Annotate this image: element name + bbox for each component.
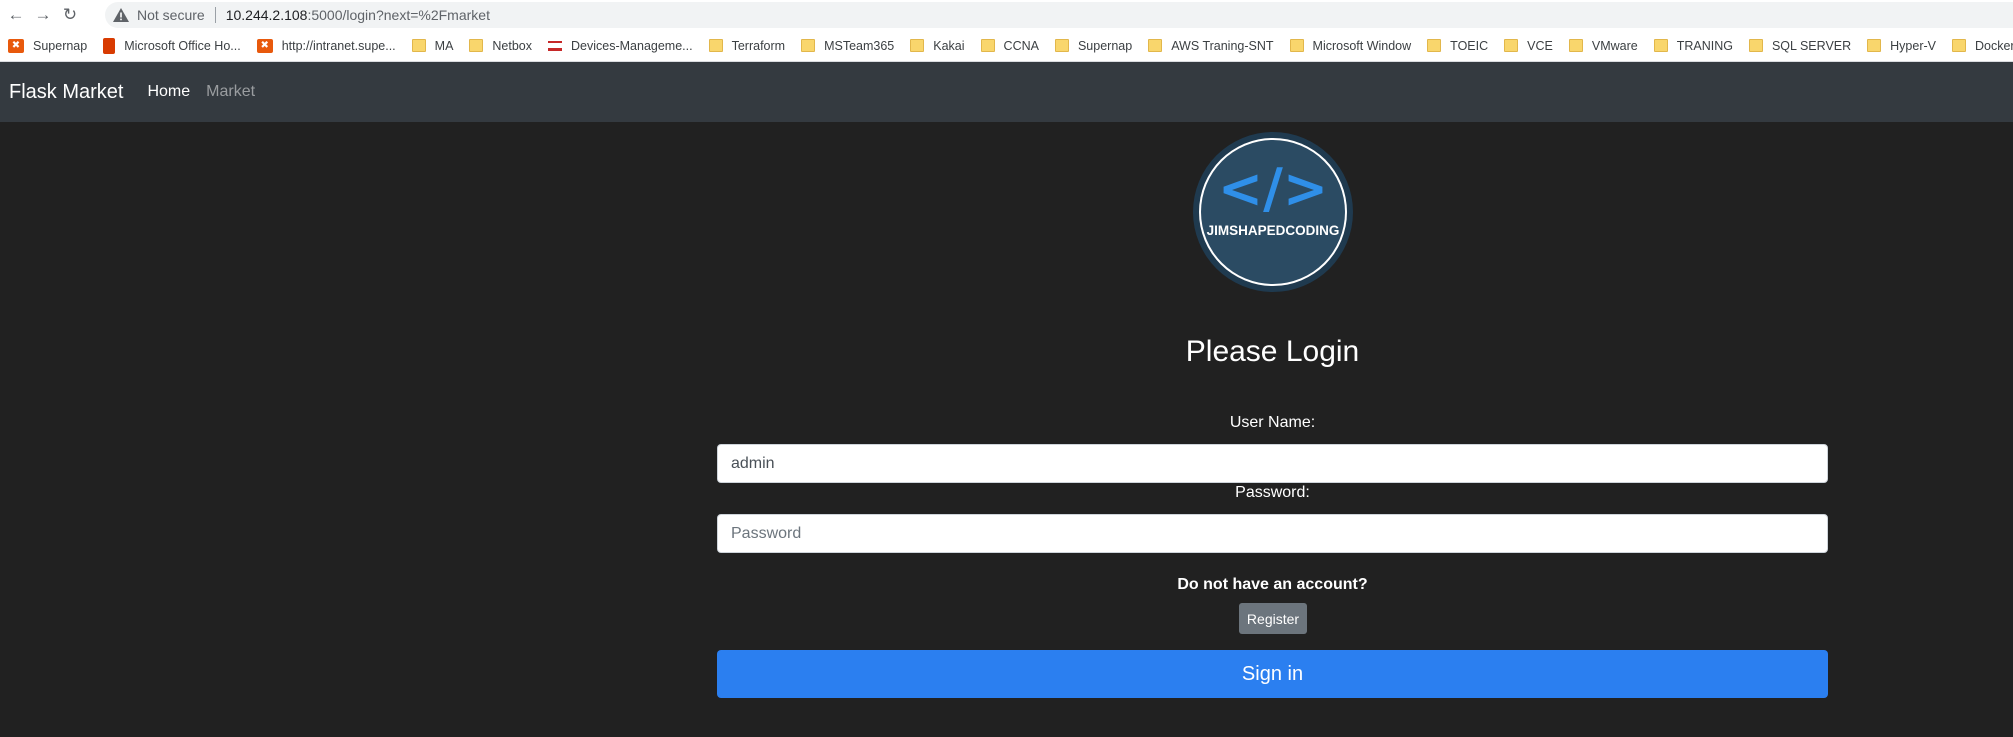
bookmark-item[interactable]: Microsoft Window [1289, 34, 1412, 58]
username-label: User Name: [1229, 414, 1316, 431]
folder-icon [980, 39, 995, 52]
bookmark-label: TRANING [1676, 38, 1733, 53]
register-button[interactable]: Register [1239, 603, 1307, 634]
bookmark-label: Supernap [1077, 38, 1133, 53]
bookmark-label: SQL SERVER [1771, 38, 1852, 53]
office-icon [103, 37, 116, 54]
url-path: :5000/login?next=%2Fmarket [307, 7, 490, 23]
warning-icon[interactable] [113, 8, 129, 22]
folder-icon [1504, 39, 1519, 52]
bookmark-item[interactable]: CCNA [980, 34, 1039, 58]
folder-icon [1653, 39, 1668, 52]
folder-icon [1427, 39, 1442, 52]
bookmark-label: Microsoft Window [1312, 38, 1412, 53]
bookmark-item[interactable]: Hyper-V [1867, 34, 1936, 58]
bookmark-item[interactable]: Netbox [469, 34, 532, 58]
orange-x-icon: ✖ [8, 38, 24, 53]
bookmark-item[interactable]: Devices-Manageme... [548, 34, 693, 58]
address-bar[interactable]: Not secure 10.244.2.108:5000/login?next=… [105, 2, 2013, 28]
folder-icon [411, 39, 426, 52]
bookmark-label: AWS Traning-SNT [1171, 38, 1274, 53]
logo-text: JIMSHAPEDCODING [1207, 223, 1340, 238]
folder-icon [1054, 39, 1069, 52]
bookmark-label: VCE [1527, 38, 1553, 53]
bookmark-label: MSTeam365 [824, 38, 895, 53]
bookmark-item[interactable]: MSTeam365 [801, 34, 894, 58]
back-arrow-icon[interactable]: ← [5, 4, 27, 26]
app-navbar: Flask Market Home Market [0, 62, 2013, 122]
bookmark-item[interactable]: MA [411, 34, 454, 58]
folder-icon [910, 39, 925, 52]
address-separator [214, 7, 216, 23]
bookmark-item[interactable]: AWS Traning-SNT [1148, 34, 1274, 58]
bookmark-label: Terraform [731, 38, 786, 53]
device-icon [548, 40, 563, 51]
folder-icon [1867, 39, 1882, 52]
password-label: Password: [1235, 484, 1310, 501]
bookmark-item[interactable]: TOEIC [1427, 34, 1488, 58]
bookmark-item[interactable]: SQL SERVER [1748, 34, 1852, 58]
bookmark-item[interactable]: Docker [1952, 34, 2013, 58]
bookmark-label: Kakai [933, 38, 965, 53]
bookmark-label: Docker [1975, 38, 2013, 53]
folder-icon [1568, 39, 1583, 52]
folder-icon [801, 39, 816, 52]
orange-x-icon: ✖ [256, 38, 273, 53]
bookmark-item[interactable]: Supernap [1054, 34, 1133, 58]
bookmark-item[interactable]: VMware [1568, 34, 1638, 58]
bookmark-label: Hyper-V [1890, 38, 1936, 53]
browser-toolbar: ← → ↻ Not secure 10.244.2.108:5000/login… [0, 0, 2013, 30]
nav-home-link[interactable]: Home [147, 83, 190, 101]
username-input[interactable] [717, 444, 1828, 483]
folder-icon [708, 39, 723, 52]
navbar-brand[interactable]: Flask Market [9, 81, 123, 104]
url-host: 10.244.2.108 [225, 7, 308, 23]
bookmark-label: TOEIC [1450, 38, 1489, 53]
not-secure-label: Not secure [137, 7, 205, 23]
bookmark-item[interactable]: Kakai [910, 34, 965, 58]
folder-icon [1952, 39, 1966, 52]
bookmarks-bar: ✖ Supernap Microsoft Office Ho... ✖ http://i… [0, 30, 2013, 62]
password-input[interactable] [717, 514, 1828, 553]
forward-arrow-icon[interactable]: → [32, 4, 54, 26]
logo-symbol: </> [1218, 157, 1328, 220]
bookmark-item[interactable]: Microsoft Office Ho... [103, 34, 241, 58]
bookmark-label: VMware [1591, 38, 1638, 53]
folder-icon [1148, 39, 1163, 52]
bookmark-item[interactable]: ✖ Supernap [8, 34, 87, 58]
bookmark-label: Supernap [33, 38, 88, 53]
bookmark-label: MA [434, 38, 454, 53]
bookmark-label: http://intranet.supe... [281, 38, 396, 53]
bookmark-item[interactable]: TRANING [1653, 34, 1733, 58]
sign-in-button[interactable]: Sign in [717, 650, 1828, 698]
bookmark-label: Devices-Manageme... [571, 38, 693, 53]
logo-graphic: </> JIMSHAPEDCODING [1193, 132, 1353, 292]
bookmark-label: CCNA [1003, 38, 1039, 53]
bookmark-item[interactable]: Terraform [708, 34, 786, 58]
no-account-prompt: Do not have an account? [1177, 576, 1368, 593]
bookmark-item[interactable]: VCE [1504, 34, 1553, 58]
bookmark-item[interactable]: ✖ http://intranet.supe... [256, 34, 396, 58]
folder-icon [469, 39, 484, 52]
page-title: Please Login [1185, 335, 1360, 368]
reload-icon[interactable]: ↻ [59, 4, 81, 26]
bookmark-label: Netbox [492, 38, 533, 53]
folder-icon [1289, 39, 1304, 52]
nav-market-link[interactable]: Market [206, 83, 255, 101]
jimshapedcoding-logo: </> JIMSHAPEDCODING [1192, 131, 1354, 293]
folder-icon [1748, 39, 1763, 52]
bookmark-label: Microsoft Office Ho... [124, 38, 241, 53]
